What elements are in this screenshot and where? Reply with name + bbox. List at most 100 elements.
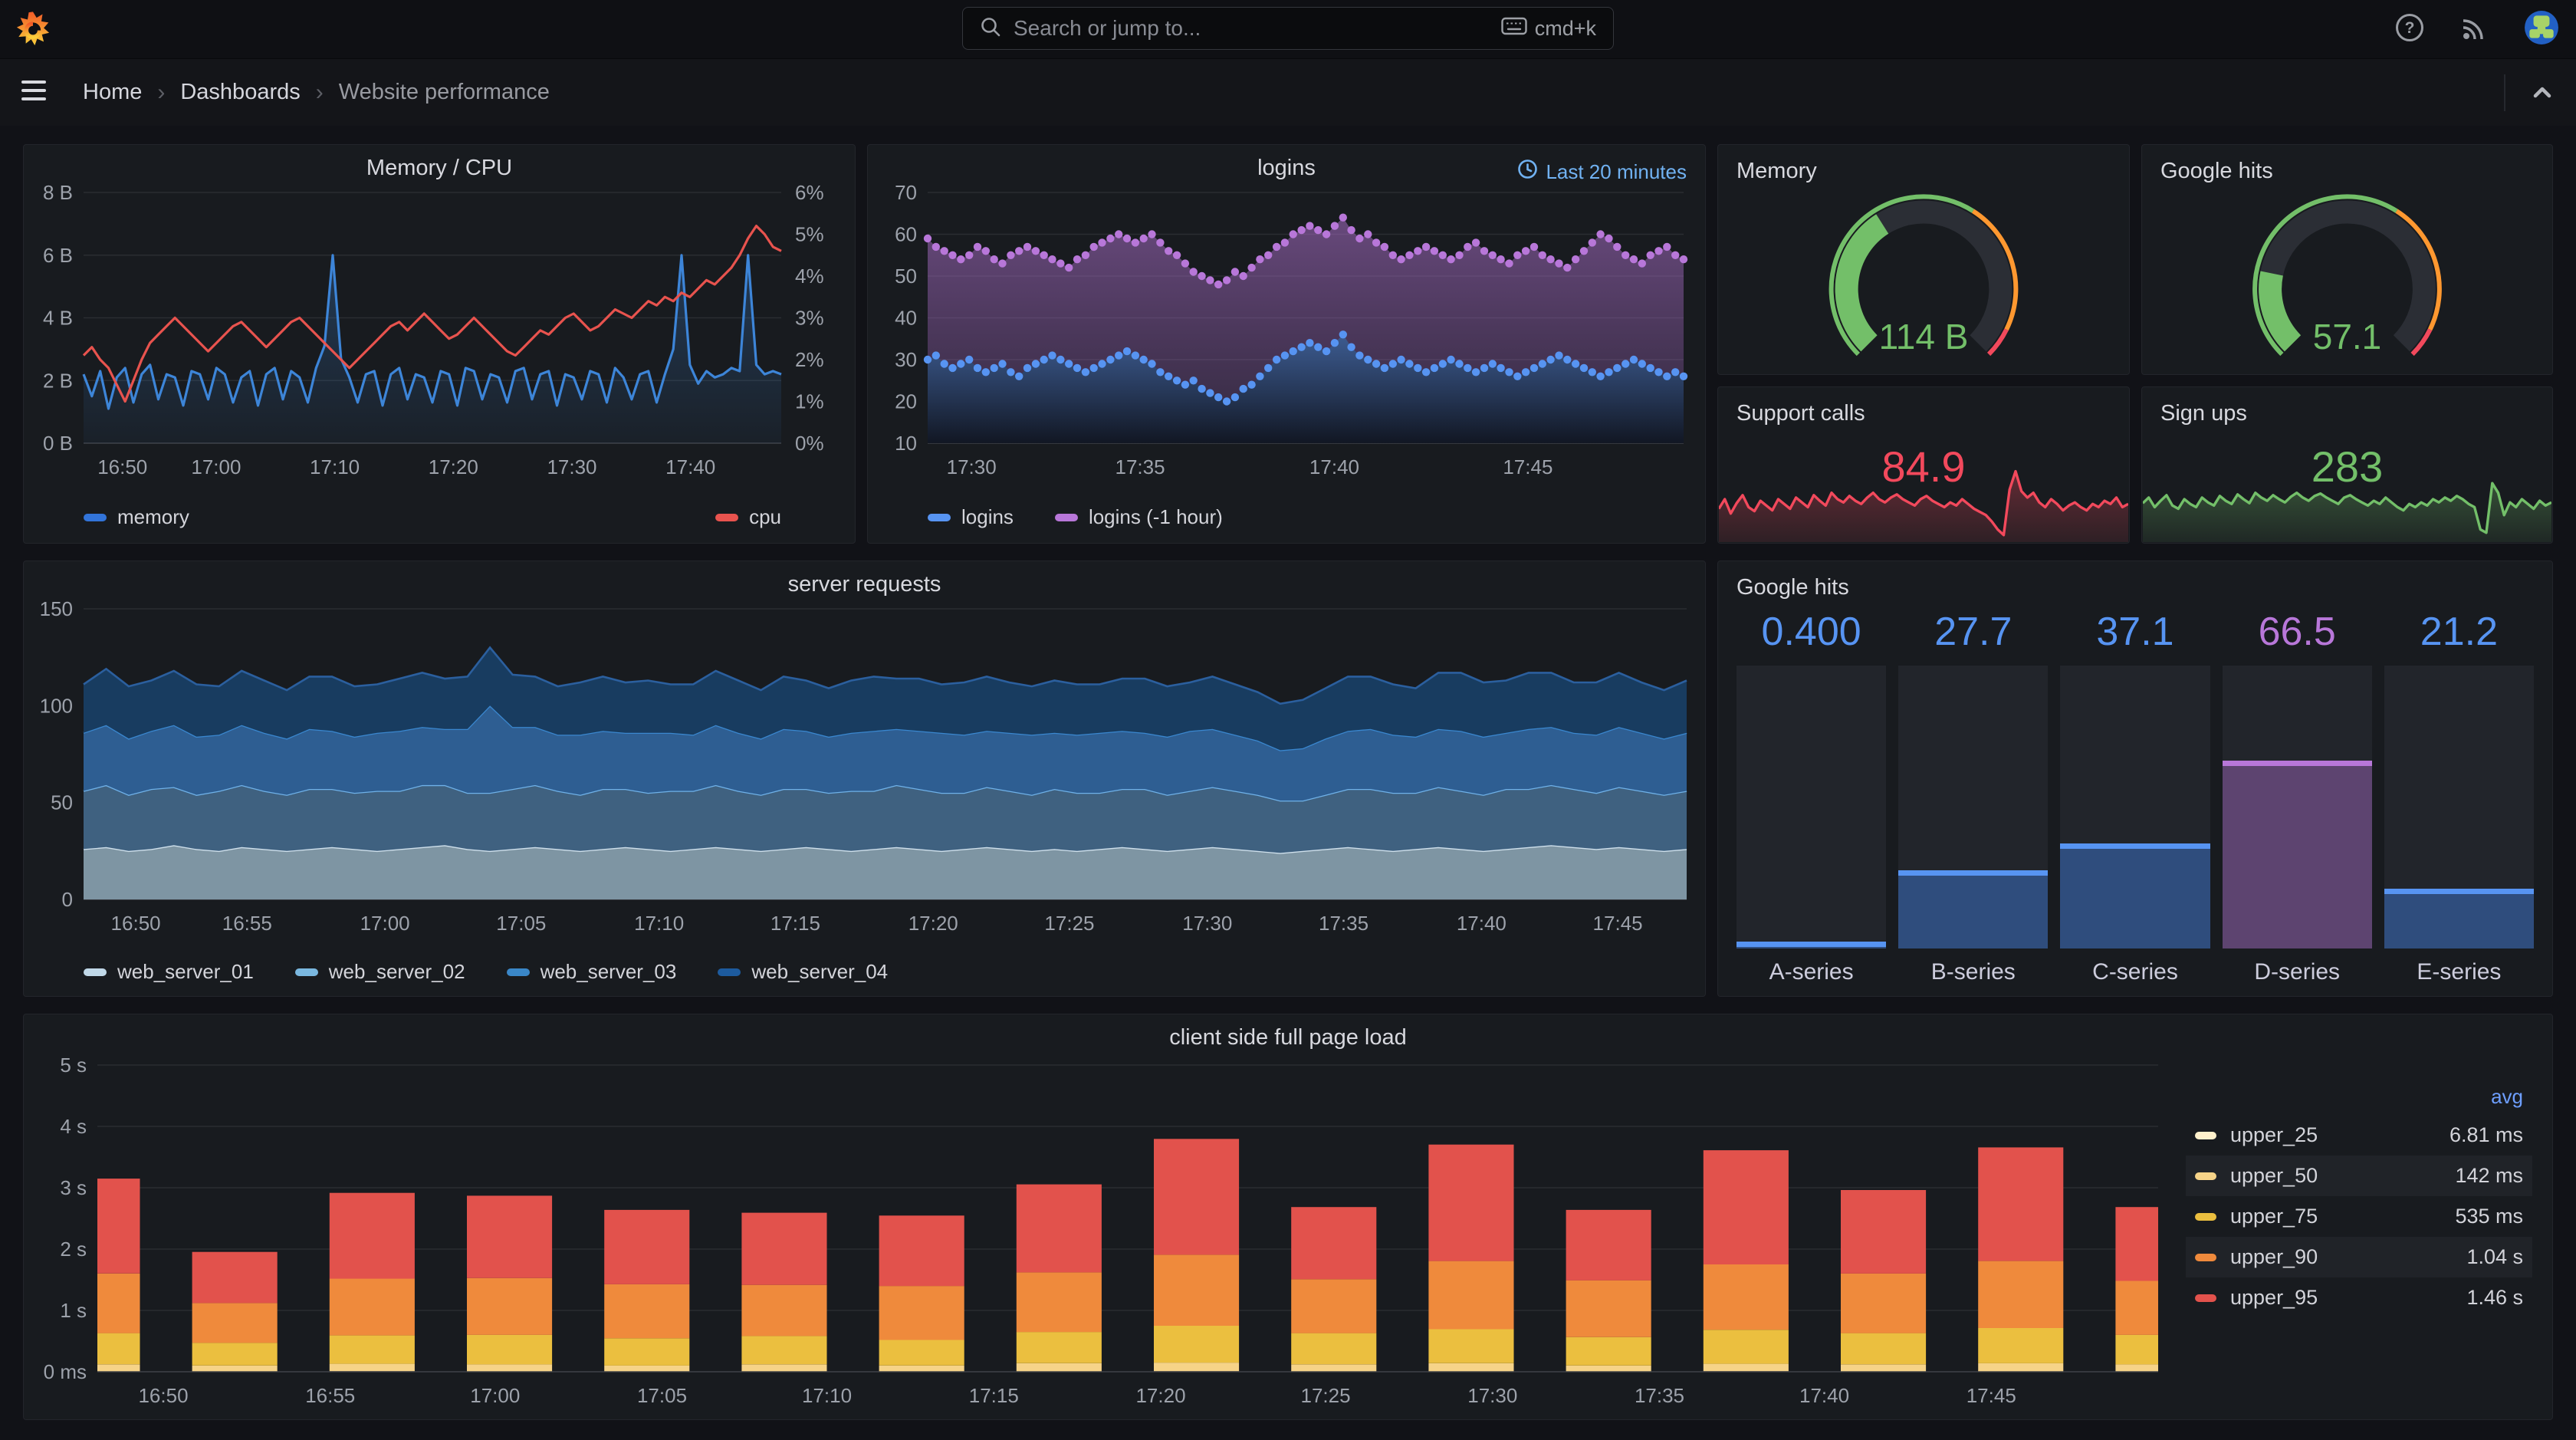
svg-text:50: 50 (895, 265, 917, 288)
breadcrumb-separator-icon: › (157, 79, 166, 105)
panel-logins: logins Last 20 minutes 10 20 30 40 50 60 70 17:… (867, 144, 1706, 544)
series-color-chip (718, 968, 741, 976)
svg-text:17:30: 17:30 (547, 455, 596, 478)
stat-value: 283 (2311, 442, 2384, 492)
bar-gauge-column-e: 21.2 E-series (2384, 609, 2535, 985)
breadcrumb-bar: Home › Dashboards › Website performance (0, 59, 2576, 126)
bar-gauge-column-a: 0.400 A-series (1737, 609, 1887, 985)
search-input[interactable] (1012, 15, 1501, 41)
panel-title[interactable]: Google hits (2160, 159, 2273, 184)
legend-item-upper-90[interactable]: upper_90 1.04 s (2186, 1237, 2532, 1277)
series-color-chip (2195, 1253, 2216, 1261)
svg-text:10: 10 (895, 432, 917, 455)
legend-item-upper-25[interactable]: upper_25 6.81 ms (2186, 1115, 2532, 1156)
legend-item-web-server-03[interactable]: web_server_03 (506, 960, 676, 984)
search-bar[interactable]: cmd+k (962, 7, 1614, 50)
series-color-chip (1054, 513, 1078, 521)
legend-item-upper-95[interactable]: upper_95 1.46 s (2186, 1277, 2532, 1318)
panel-title[interactable]: Memory / CPU (24, 156, 855, 181)
svg-text:0 ms: 0 ms (44, 1360, 87, 1383)
logins-chart[interactable]: 10 20 30 40 50 60 70 17:30 17:35 17:40 17:45 (868, 180, 1705, 480)
panel-title[interactable]: Memory (1737, 159, 1817, 184)
svg-text:0 B: 0 B (43, 432, 73, 455)
legend-item-logins[interactable]: logins (928, 505, 1014, 529)
panel-memory-gauge: Memory 114 B (1717, 144, 2130, 375)
svg-text:17:20: 17:20 (429, 455, 478, 478)
svg-text:6 B: 6 B (43, 244, 73, 267)
svg-text:60: 60 (895, 223, 917, 246)
svg-text:17:10: 17:10 (802, 1384, 852, 1407)
gauge-value: 57.1 (2312, 317, 2382, 357)
svg-text:17:25: 17:25 (1044, 912, 1094, 935)
svg-text:17:40: 17:40 (665, 455, 715, 478)
bar-gauge-fill (1737, 942, 1887, 948)
bar-gauge-label: E-series (2417, 959, 2502, 985)
chevron-up-icon[interactable] (2528, 79, 2556, 110)
chart-legend: web_server_01 web_server_02 web_server_0… (84, 960, 888, 984)
bar-gauge-track (2222, 666, 2372, 948)
legend-avg-header[interactable]: avg (2186, 1085, 2532, 1109)
series-color-chip (506, 968, 530, 976)
svg-text:17:15: 17:15 (770, 912, 820, 935)
svg-text:17:00: 17:00 (470, 1384, 520, 1407)
svg-text:3%: 3% (795, 307, 824, 330)
time-range-indicator[interactable]: Last 20 minutes (1517, 159, 1687, 185)
legend-item-logins-1-hour[interactable]: logins (-1 hour) (1054, 505, 1223, 529)
legend-item-cpu[interactable]: cpu (715, 505, 781, 529)
panel-title[interactable]: Google hits (1737, 575, 1849, 600)
svg-text:17:45: 17:45 (1593, 912, 1643, 935)
svg-text:4%: 4% (795, 265, 824, 288)
search-shortcut-label: cmd+k (1534, 16, 1596, 40)
help-icon[interactable]: ? (2394, 12, 2426, 48)
legend-item-web-server-01[interactable]: web_server_01 (84, 960, 254, 984)
bar-gauge-fill (2384, 888, 2535, 948)
svg-text:16:55: 16:55 (305, 1384, 355, 1407)
svg-text:16:50: 16:50 (97, 455, 147, 478)
breadcrumb-current-page: Website performance (338, 80, 550, 104)
series-color-chip (84, 513, 107, 521)
svg-text:?: ? (2405, 19, 2415, 37)
svg-text:17:40: 17:40 (1457, 912, 1506, 935)
legend-item-upper-75[interactable]: upper_75 535 ms (2186, 1196, 2532, 1237)
chart-legend-table: avg upper_25 6.81 ms upper_50 142 ms upp… (2186, 1085, 2532, 1318)
svg-text:17:10: 17:10 (310, 455, 360, 478)
panel-title[interactable]: Support calls (1737, 401, 1865, 426)
keyboard-icon (1501, 16, 1527, 41)
breadcrumb-dashboards[interactable]: Dashboards (180, 80, 300, 105)
memory-cpu-chart[interactable]: 0 B 2 B 4 B 6 B 8 B 0% 1% 2% 3% 4% 5% 6% 16:50 17:00 1… (24, 180, 855, 480)
divider (2504, 74, 2505, 111)
svg-text:17:45: 17:45 (1503, 455, 1552, 478)
svg-text:17:10: 17:10 (634, 912, 684, 935)
series-color-chip (2195, 1294, 2216, 1302)
svg-text:40: 40 (895, 307, 917, 330)
page-load-chart[interactable]: 0 ms 1 s 2 s 3 s 4 s 5 s 16:50 16:55 17:00 17:05 1… (24, 1053, 2169, 1413)
svg-text:17:45: 17:45 (1967, 1384, 2016, 1407)
bar-gauge-column-d: 66.5 D-series (2222, 609, 2372, 985)
svg-text:17:25: 17:25 (1301, 1384, 1351, 1407)
news-rss-icon[interactable] (2459, 12, 2490, 47)
bar-gauge-label: D-series (2254, 959, 2341, 985)
svg-text:4 s: 4 s (60, 1115, 87, 1138)
panel-title[interactable]: server requests (24, 572, 1705, 597)
menu-toggle-icon[interactable] (21, 81, 46, 104)
panel-title[interactable]: Sign ups (2160, 401, 2247, 426)
svg-text:2%: 2% (795, 348, 824, 371)
bar-gauge-value: 27.7 (1934, 610, 2013, 654)
legend-item-web-server-02[interactable]: web_server_02 (294, 960, 465, 984)
user-avatar[interactable] (2524, 10, 2559, 49)
svg-text:70: 70 (895, 181, 917, 204)
breadcrumb: Home › Dashboards › Website performance (83, 59, 550, 126)
gauge-value: 114 B (1878, 317, 1969, 357)
legend-item-web-server-04[interactable]: web_server_04 (718, 960, 888, 984)
legend-item-memory[interactable]: memory (84, 505, 189, 529)
panel-title[interactable]: client side full page load (24, 1025, 2552, 1050)
bar-gauge-track (1898, 666, 2049, 948)
bar-gauge-column-c: 37.1 C-series (2060, 609, 2210, 985)
server-requests-chart[interactable]: 0 50 100 150 16:50 16:55 17:00 17:05 17:10 17:15 1… (24, 597, 1705, 935)
series-color-chip (294, 968, 318, 976)
legend-item-upper-50[interactable]: upper_50 142 ms (2186, 1156, 2532, 1196)
grafana-logo[interactable] (14, 10, 52, 48)
panel-memory-cpu: Memory / CPU 0 B 2 B 4 B 6 B 8 B 0% 1% 2% 3% 4% 5%… (23, 144, 856, 544)
svg-text:17:40: 17:40 (1309, 455, 1359, 478)
breadcrumb-home[interactable]: Home (83, 80, 142, 105)
